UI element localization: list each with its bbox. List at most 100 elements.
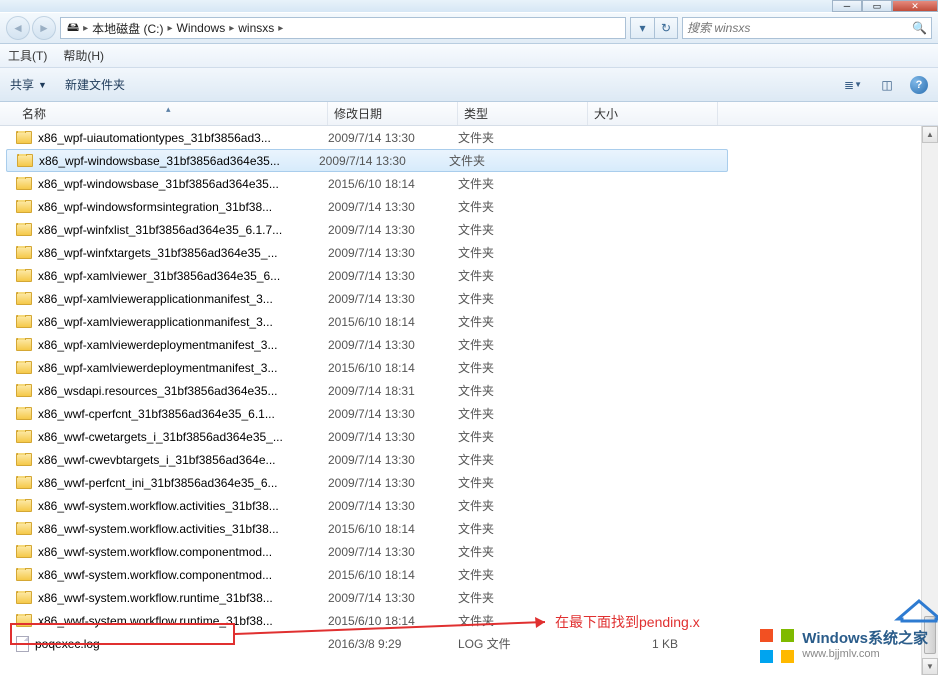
forward-button[interactable]: ► [32,16,56,40]
sort-indicator-icon: ▴ [166,104,171,115]
file-date: 2009/7/14 13:30 [328,338,458,352]
file-type: 文件夹 [458,543,588,560]
folder-icon [16,269,32,282]
folder-icon [16,522,32,535]
column-header-date[interactable]: 修改日期 [328,102,458,125]
folder-icon [16,223,32,236]
breadcrumb-root-icon[interactable]: 🖴 [65,18,81,39]
file-type: 文件夹 [458,474,588,491]
file-date: 2009/7/14 18:31 [328,384,458,398]
table-row[interactable]: x86_wpf-xamlviewer_31bf3856ad364e35_6...… [0,264,938,287]
table-row[interactable]: x86_wpf-xamlviewerapplicationmanifest_3.… [0,310,938,333]
folder-icon [16,591,32,604]
file-date: 2009/7/14 13:30 [319,154,449,168]
file-name: x86_wwf-system.workflow.componentmod... [38,568,272,582]
file-date: 2015/6/10 18:14 [328,522,458,536]
file-type: 文件夹 [458,359,588,376]
column-header-type[interactable]: 类型 [458,102,588,125]
back-button[interactable]: ◄ [6,16,30,40]
chevron-right-icon: ▸ [229,23,234,34]
file-date: 2009/7/14 13:30 [328,591,458,605]
search-input[interactable] [687,21,912,35]
file-date: 2009/7/14 13:30 [328,246,458,260]
column-header-size[interactable]: 大小 [588,102,718,125]
file-type: 文件夹 [458,175,588,192]
close-button[interactable]: ✕ [892,0,938,12]
file-date: 2009/7/14 13:30 [328,269,458,283]
breadcrumb-seg-disk[interactable]: 本地磁盘 (C:) [90,20,165,37]
vertical-scrollbar[interactable]: ▲ ▼ [921,126,938,675]
refresh-button[interactable]: ↻ [654,17,678,39]
toolbar-share[interactable]: 共享 ▼ [10,76,47,93]
file-date: 2009/7/14 13:30 [328,131,458,145]
file-date: 2009/7/14 13:30 [328,292,458,306]
file-type: 文件夹 [458,221,588,238]
table-row[interactable]: x86_wwf-cperfcnt_31bf3856ad364e35_6.1...… [0,402,938,425]
scroll-up-button[interactable]: ▲ [922,126,938,143]
folder-icon [16,453,32,466]
file-date: 2015/6/10 18:14 [328,177,458,191]
folder-icon [16,200,32,213]
address-bar: ◄ ► 🖴 ▸ 本地磁盘 (C:) ▸ Windows ▸ winsxs ▸ ▾… [0,12,938,44]
file-date: 2009/7/14 13:30 [328,545,458,559]
file-name: x86_wpf-windowsformsintegration_31bf38..… [38,200,272,214]
search-box[interactable]: 🔍 [682,17,932,39]
breadcrumb-seg-winsxs[interactable]: winsxs [236,21,276,35]
file-date: 2015/6/10 18:14 [328,614,458,628]
table-row[interactable]: x86_wpf-uiautomationtypes_31bf3856ad3...… [0,126,938,149]
file-date: 2015/6/10 18:14 [328,568,458,582]
file-type: LOG 文件 [458,635,588,652]
toolbar-new-folder[interactable]: 新建文件夹 [65,76,125,93]
minimize-button[interactable]: ─ [832,0,862,12]
annotation-text: 在最下面找到pending.x [555,612,700,632]
table-row[interactable]: x86_wwf-system.workflow.componentmod... 2… [0,563,938,586]
table-row[interactable]: x86_wwf-perfcnt_ini_31bf3856ad364e35_6..… [0,471,938,494]
table-row[interactable]: x86_wpf-xamlviewerapplicationmanifest_3.… [0,287,938,310]
maximize-button[interactable]: ▭ [862,0,892,12]
table-row[interactable]: x86_wwf-system.workflow.componentmod... 2… [0,540,938,563]
table-row[interactable]: x86_wpf-xamlviewerdeploymentmanifest_3..… [0,333,938,356]
file-name: poqexec.log [35,637,100,651]
file-type: 文件夹 [458,520,588,537]
file-name: x86_wwf-system.workflow.activities_31bf3… [38,499,279,513]
file-type: 文件夹 [458,267,588,284]
table-row[interactable]: x86_wwf-system.workflow.runtime_31bf38..… [0,586,938,609]
column-header-name[interactable]: 名称 [16,102,328,125]
file-date: 2015/6/10 18:14 [328,315,458,329]
chevron-right-icon: ▸ [167,23,172,34]
menu-tools[interactable]: 工具(T) [8,47,47,64]
file-name: x86_wwf-cperfcnt_31bf3856ad364e35_6.1... [38,407,275,421]
file-name: x86_wwf-system.workflow.runtime_31bf38..… [38,614,273,628]
folder-icon [16,246,32,259]
table-row[interactable]: x86_wpf-windowsformsintegration_31bf38..… [0,195,938,218]
column-header-row: 名称 ▴ 修改日期 类型 大小 [0,102,938,126]
table-row[interactable]: x86_wwf-system.workflow.activities_31bf3… [0,517,938,540]
breadcrumb[interactable]: 🖴 ▸ 本地磁盘 (C:) ▸ Windows ▸ winsxs ▸ [60,17,626,39]
breadcrumb-dropdown[interactable]: ▾ [630,17,654,39]
file-date: 2009/7/14 13:30 [328,430,458,444]
menu-help[interactable]: 帮助(H) [63,47,104,64]
file-type: 文件夹 [458,589,588,606]
file-name: x86_wpf-winfxtargets_31bf3856ad364e35_..… [38,246,278,260]
file-name: x86_wwf-perfcnt_ini_31bf3856ad364e35_6..… [38,476,278,490]
file-type: 文件夹 [458,244,588,261]
table-row[interactable]: x86_wpf-xamlviewerdeploymentmanifest_3..… [0,356,938,379]
view-options-button[interactable]: ≣ ▼ [842,74,864,96]
file-type: 文件夹 [458,313,588,330]
file-name: x86_wwf-system.workflow.componentmod... [38,545,272,559]
preview-pane-button[interactable]: ◫ [876,74,898,96]
table-row[interactable]: x86_wwf-cwetargets_i_31bf3856ad364e35_..… [0,425,938,448]
search-icon[interactable]: 🔍 [912,21,927,35]
table-row[interactable]: x86_wwf-cwevbtargets_i_31bf3856ad364e...… [0,448,938,471]
table-row[interactable]: x86_wpf-winfxlist_31bf3856ad364e35_6.1.7… [0,218,938,241]
table-row[interactable]: x86_wpf-winfxtargets_31bf3856ad364e35_..… [0,241,938,264]
table-row[interactable]: x86_wsdapi.resources_31bf3856ad364e35...… [0,379,938,402]
file-icon [16,636,29,652]
breadcrumb-seg-windows[interactable]: Windows [175,21,228,35]
folder-icon [16,315,32,328]
help-icon[interactable]: ? [910,76,928,94]
folder-icon [16,338,32,351]
table-row[interactable]: x86_wwf-system.workflow.activities_31bf3… [0,494,938,517]
table-row[interactable]: x86_wpf-windowsbase_31bf3856ad364e35...2… [0,172,938,195]
table-row[interactable]: x86_wpf-windowsbase_31bf3856ad364e35...2… [6,149,728,172]
